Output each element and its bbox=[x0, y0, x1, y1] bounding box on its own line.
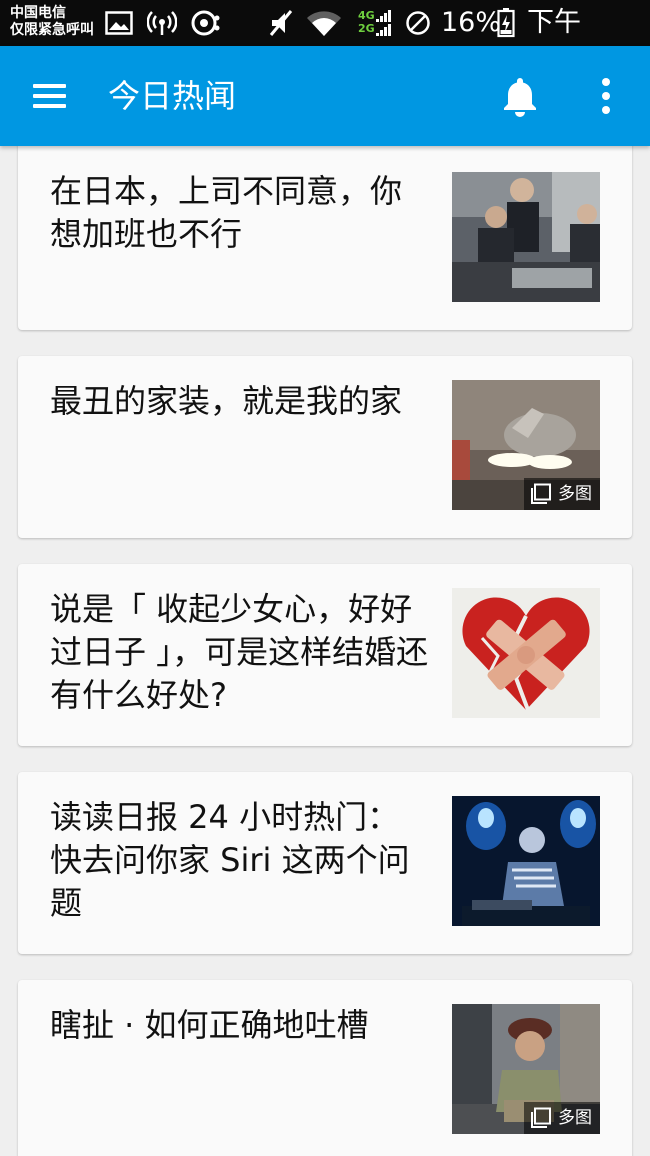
image-icon bbox=[104, 0, 134, 46]
gallery-icon bbox=[530, 483, 552, 505]
multi-image-label: 多图 bbox=[558, 1108, 592, 1128]
news-thumbnail[interactable] bbox=[452, 588, 600, 718]
news-feed: 在日本，上司不同意，你想加班也不行 最丑的家装，就是我的家 多图 说是「 收起少… bbox=[0, 146, 650, 1156]
clock: 下午 2:43 bbox=[527, 7, 588, 84]
menu-icon[interactable] bbox=[30, 76, 70, 116]
app-bar: 今日热闻 bbox=[0, 46, 650, 146]
news-thumbnail[interactable]: 多图 bbox=[452, 1004, 600, 1134]
carrier-status: 仅限紧急呼叫 bbox=[10, 22, 94, 38]
battery-percent: 16% bbox=[441, 7, 502, 38]
news-card[interactable]: 瞎扯 · 如何正确地吐槽 多图 bbox=[18, 980, 632, 1156]
carrier-info: 中国电信 仅限紧急呼叫 bbox=[10, 5, 94, 39]
block-icon bbox=[404, 0, 432, 46]
news-card[interactable]: 说是「 收起少女心，好好过日子 」，可是这样结婚还有什么好处? bbox=[18, 564, 632, 746]
news-card[interactable]: 在日本，上司不同意，你想加班也不行 bbox=[18, 146, 632, 330]
wifi-icon bbox=[304, 0, 344, 46]
news-thumbnail[interactable] bbox=[452, 796, 600, 926]
multi-image-badge: 多图 bbox=[524, 478, 600, 510]
signal-icon bbox=[376, 0, 394, 46]
more-vert-icon[interactable] bbox=[590, 74, 622, 118]
multi-image-label: 多图 bbox=[558, 484, 592, 504]
bell-icon[interactable] bbox=[498, 74, 542, 118]
news-title[interactable]: 在日本，上司不同意，你想加班也不行 bbox=[50, 170, 430, 256]
multi-image-badge: 多图 bbox=[524, 1102, 600, 1134]
mute-icon bbox=[266, 0, 296, 46]
news-card[interactable]: 读读日报 24 小时热门：快去问你家 Siri 这两个问题 bbox=[18, 772, 632, 954]
carrier-name: 中国电信 bbox=[10, 5, 66, 21]
battery-icon bbox=[496, 0, 516, 46]
hotspot-icon bbox=[146, 0, 178, 46]
news-thumbnail[interactable]: 多图 bbox=[452, 380, 600, 510]
news-card[interactable]: 最丑的家装，就是我的家 多图 bbox=[18, 356, 632, 538]
news-thumbnail[interactable] bbox=[452, 172, 600, 302]
page-title: 今日热闻 bbox=[108, 77, 237, 115]
status-bar: 中国电信 仅限紧急呼叫 4G 2G 16% 下午 2:43 bbox=[0, 0, 650, 84]
news-title[interactable]: 最丑的家装，就是我的家 bbox=[50, 380, 430, 423]
news-title[interactable]: 读读日报 24 小时热门：快去问你家 Siri 这两个问题 bbox=[50, 796, 430, 925]
gallery-icon bbox=[530, 1107, 552, 1129]
news-title[interactable]: 说是「 收起少女心，好好过日子 」，可是这样结婚还有什么好处? bbox=[50, 588, 430, 717]
sync-icon bbox=[190, 0, 222, 46]
news-title[interactable]: 瞎扯 · 如何正确地吐槽 bbox=[50, 1004, 430, 1047]
